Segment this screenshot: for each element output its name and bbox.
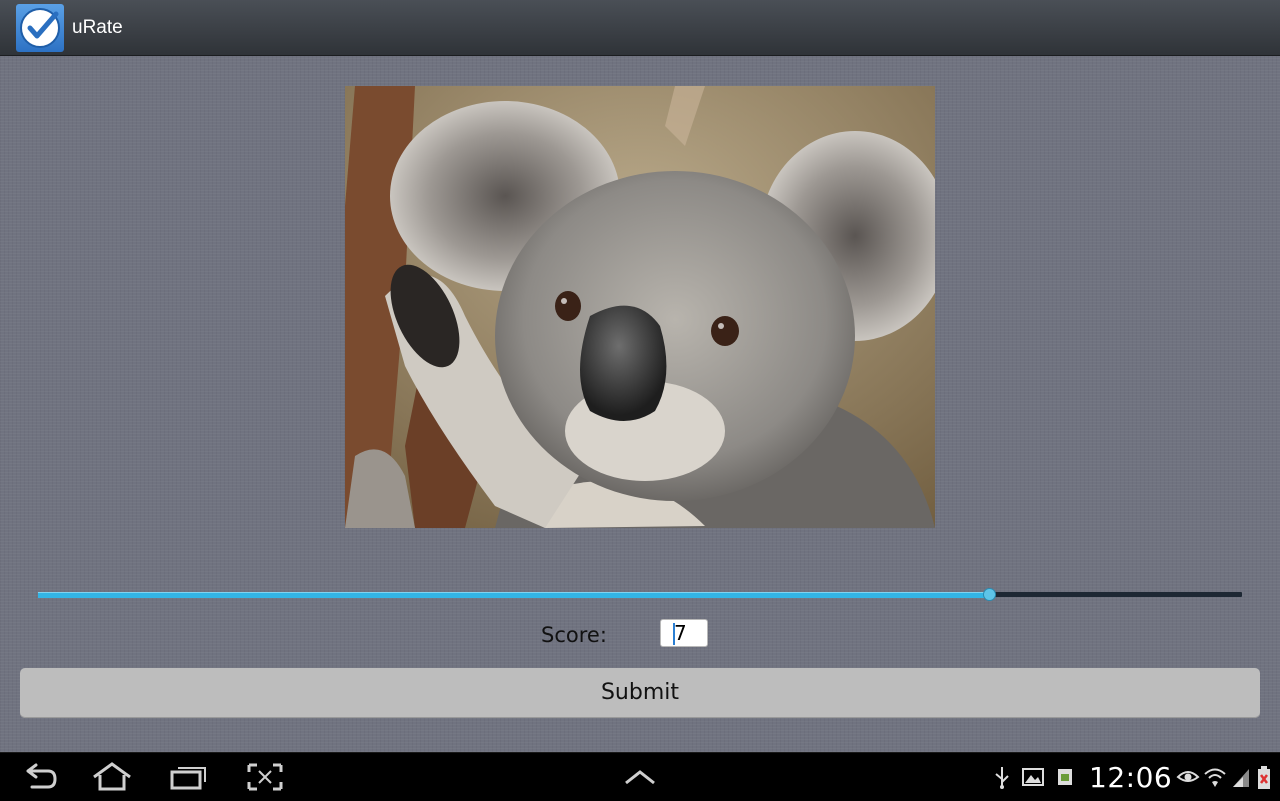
action-bar: uRate (0, 0, 1280, 56)
screenshot-icon[interactable] (245, 761, 285, 793)
gallery-icon (1022, 768, 1044, 786)
checkmark-app-icon[interactable] (16, 4, 64, 52)
slider-progress (38, 592, 990, 598)
signal-icon (1233, 769, 1249, 787)
text-cursor (673, 623, 675, 645)
wifi-icon (1204, 768, 1226, 787)
score-input[interactable]: 7 (660, 619, 708, 647)
slider-thumb[interactable] (984, 589, 996, 600)
recent-apps-icon[interactable] (168, 761, 208, 793)
submit-button[interactable]: Submit (20, 668, 1260, 718)
back-icon[interactable] (20, 761, 60, 793)
score-value: 7 (674, 621, 687, 645)
score-slider[interactable] (38, 584, 1242, 604)
koala-photo (345, 86, 935, 528)
battery-icon (1258, 766, 1270, 789)
home-icon[interactable] (90, 761, 134, 793)
score-label: Score: (541, 623, 607, 647)
sim-icon (1058, 769, 1072, 785)
clock: 12:06 (1089, 761, 1173, 794)
app-title: uRate (72, 17, 123, 38)
system-navigation-bar: 12:06 (0, 752, 1280, 801)
up-chevron-icon[interactable] (622, 761, 658, 793)
eye-icon (1176, 771, 1200, 782)
usb-icon (995, 767, 1009, 789)
